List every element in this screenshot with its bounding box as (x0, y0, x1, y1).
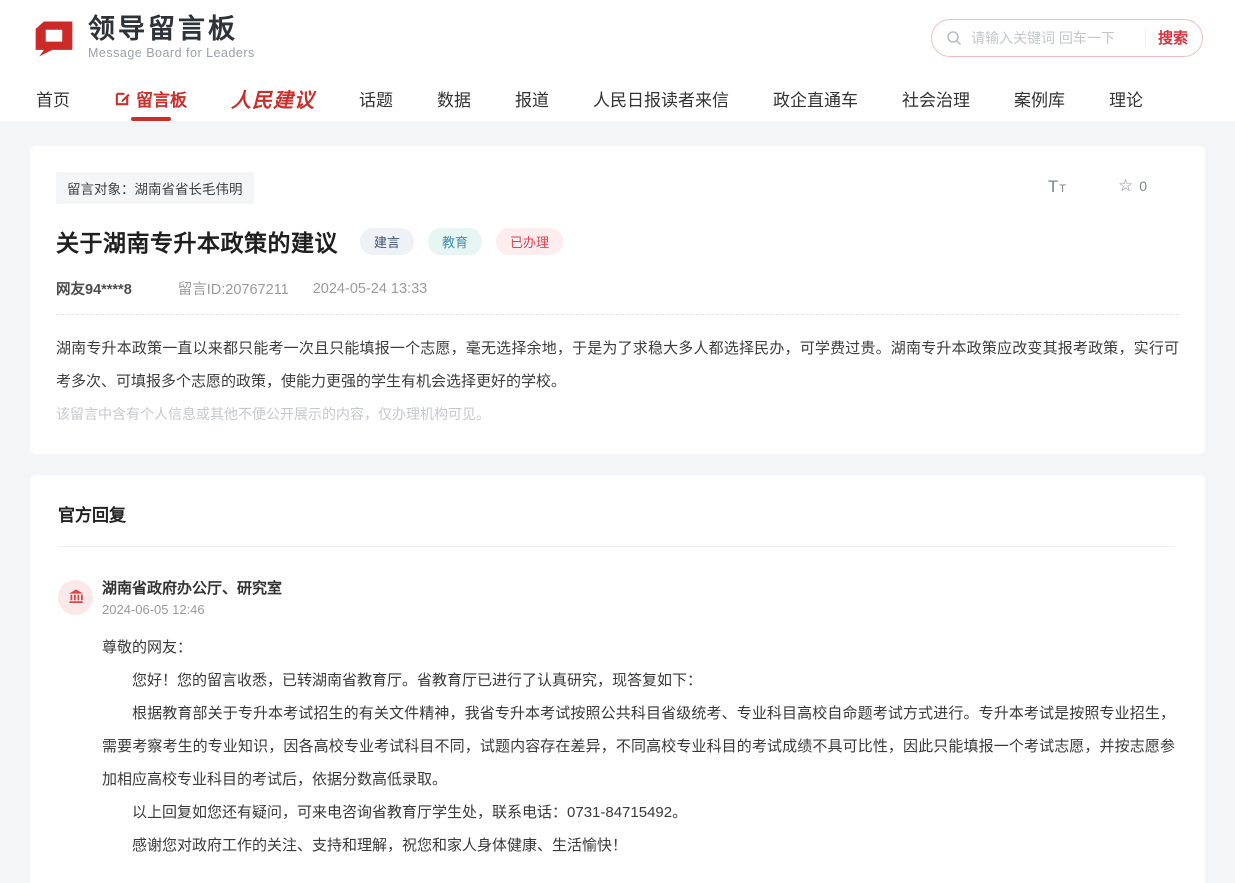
search-button[interactable]: 搜索 (1158, 27, 1188, 48)
nav-item-6[interactable]: 人民日报读者来信 (593, 75, 729, 121)
message-body: 湖南专升本政策一直以来都只能考一次且只能填报一个志愿，毫无选择余地，于是为了求稳… (56, 332, 1179, 398)
reply-body: 尊敬的网友：您好！您的留言收悉，已转湖南省教育厅。省教育厅已进行了认真研究，现答… (102, 631, 1175, 862)
nav-item-8[interactable]: 社会治理 (902, 75, 970, 121)
message-card: 留言对象：湖南省省长毛伟明 TT ☆ 0 关于湖南专升本政策的建议 建言教育已办… (30, 146, 1205, 454)
nav-item-label: 话题 (359, 86, 393, 111)
message-meta: 网友94****8 留言ID:20767211 2024-05-24 13:33 (56, 278, 1179, 299)
nav-item-0[interactable]: 首页 (36, 75, 70, 121)
logo-title: 领导留言板 (88, 15, 255, 45)
nav-item-label: 数据 (437, 86, 471, 111)
nav-item-label: 留言板 (136, 86, 187, 111)
search-box: 搜索 (931, 19, 1203, 57)
reply-paragraph-2: 根据教育部关于专升本考试招生的有关文件精神，我省专升本考试按照公共科目省级统考、… (102, 697, 1175, 796)
site-header: 领导留言板 Message Board for Leaders 搜索 (0, 0, 1235, 75)
nav-item-label: 人民建议 (231, 84, 315, 113)
nav-item-label: 政企直通车 (773, 86, 858, 111)
message-tags: 建言教育已办理 (360, 228, 563, 255)
nav-active-underline (131, 117, 171, 121)
nav-item-10[interactable]: 理论 (1109, 75, 1143, 121)
message-id: 留言ID:20767211 (178, 278, 289, 299)
site-logo[interactable]: 领导留言板 Message Board for Leaders (32, 15, 255, 61)
search-divider (1145, 29, 1146, 47)
message-author: 网友94****8 (56, 278, 132, 299)
favorite-count: 0 (1139, 178, 1147, 194)
reply-header: 湖南省政府办公厅、研究室 2024-06-05 12:46 (58, 577, 1175, 617)
reply-paragraph-4: 感谢您对政府工作的关注、支持和理解，祝您和家人身体健康、生活愉快！ (102, 829, 1175, 862)
meta-divider (56, 314, 1179, 315)
nav-item-label: 首页 (36, 86, 70, 111)
official-reply-card: 官方回复 湖南省政府办公厅、研究室 2024-06-05 12:46 尊敬的网友… (30, 475, 1205, 883)
nav-item-label: 案例库 (1014, 86, 1065, 111)
reply-paragraph-3: 以上回复如您还有疑问，可来电咨询省教育厅学生处，联系电话：0731-847154… (102, 796, 1175, 829)
logo-text: 领导留言板 Message Board for Leaders (88, 15, 255, 61)
nav-item-label: 报道 (515, 86, 549, 111)
main-nav: 首页 留言板 人民建议 话题 数据 报道 人民日报读者来信 政企直通车 社会治理 案例库 理论 (0, 75, 1235, 121)
font-size-small: T (1059, 184, 1066, 195)
nav-item-2[interactable]: 人民建议 (231, 75, 315, 121)
reply-agency: 湖南省政府办公厅、研究室 (102, 577, 282, 598)
nav-item-7[interactable]: 政企直通车 (773, 75, 858, 121)
message-tag-0: 建言 (360, 228, 414, 255)
message-time: 2024-05-24 13:33 (313, 281, 428, 297)
nav-item-label: 人民日报读者来信 (593, 86, 729, 111)
logo-subtitle: Message Board for Leaders (88, 46, 255, 60)
message-target-badge[interactable]: 留言对象：湖南省省长毛伟明 (56, 172, 254, 204)
message-title-row: 关于湖南专升本政策的建议 建言教育已办理 (56, 224, 1179, 258)
star-icon: ☆ (1118, 176, 1133, 196)
search-input[interactable] (971, 30, 1133, 46)
reply-paragraph-1: 您好！您的留言收悉，已转湖南省教育厅。省教育厅已进行了认真研究，现答复如下： (102, 664, 1175, 697)
nav-item-9[interactable]: 案例库 (1014, 75, 1065, 121)
nav-item-3[interactable]: 话题 (359, 75, 393, 121)
nav-item-1[interactable]: 留言板 (114, 75, 187, 121)
nav-item-5[interactable]: 报道 (515, 75, 549, 121)
page-content: 留言对象：湖南省省长毛伟明 TT ☆ 0 关于湖南专升本政策的建议 建言教育已办… (0, 121, 1235, 883)
message-top-row: 留言对象：湖南省省长毛伟明 TT ☆ 0 (56, 172, 1179, 204)
reply-paragraph-0: 尊敬的网友： (102, 631, 1175, 664)
font-size-icon[interactable]: TT (1048, 178, 1066, 195)
reply-section-title: 官方回复 (58, 501, 1175, 526)
search-icon (946, 30, 962, 46)
reply-divider (58, 546, 1175, 547)
bank-icon (67, 588, 85, 606)
message-title: 关于湖南专升本政策的建议 (56, 224, 338, 258)
message-tag-2: 已办理 (496, 228, 563, 255)
reply-agency-block: 湖南省政府办公厅、研究室 2024-06-05 12:46 (102, 577, 282, 617)
edit-icon (114, 90, 131, 107)
nav-item-4[interactable]: 数据 (437, 75, 471, 121)
government-avatar (58, 580, 93, 615)
message-tag-1: 教育 (428, 228, 482, 255)
nav-item-label: 理论 (1109, 86, 1143, 111)
reply-time: 2024-06-05 12:46 (102, 602, 282, 617)
font-size-big: T (1048, 178, 1058, 195)
nav-item-label: 社会治理 (902, 86, 970, 111)
message-tools: TT ☆ 0 (1048, 176, 1147, 196)
logo-icon (32, 16, 76, 60)
favorite-button[interactable]: ☆ 0 (1118, 176, 1147, 196)
privacy-note: 该留言中含有个人信息或其他不便公开展示的内容，仅办理机构可见。 (56, 404, 1179, 424)
